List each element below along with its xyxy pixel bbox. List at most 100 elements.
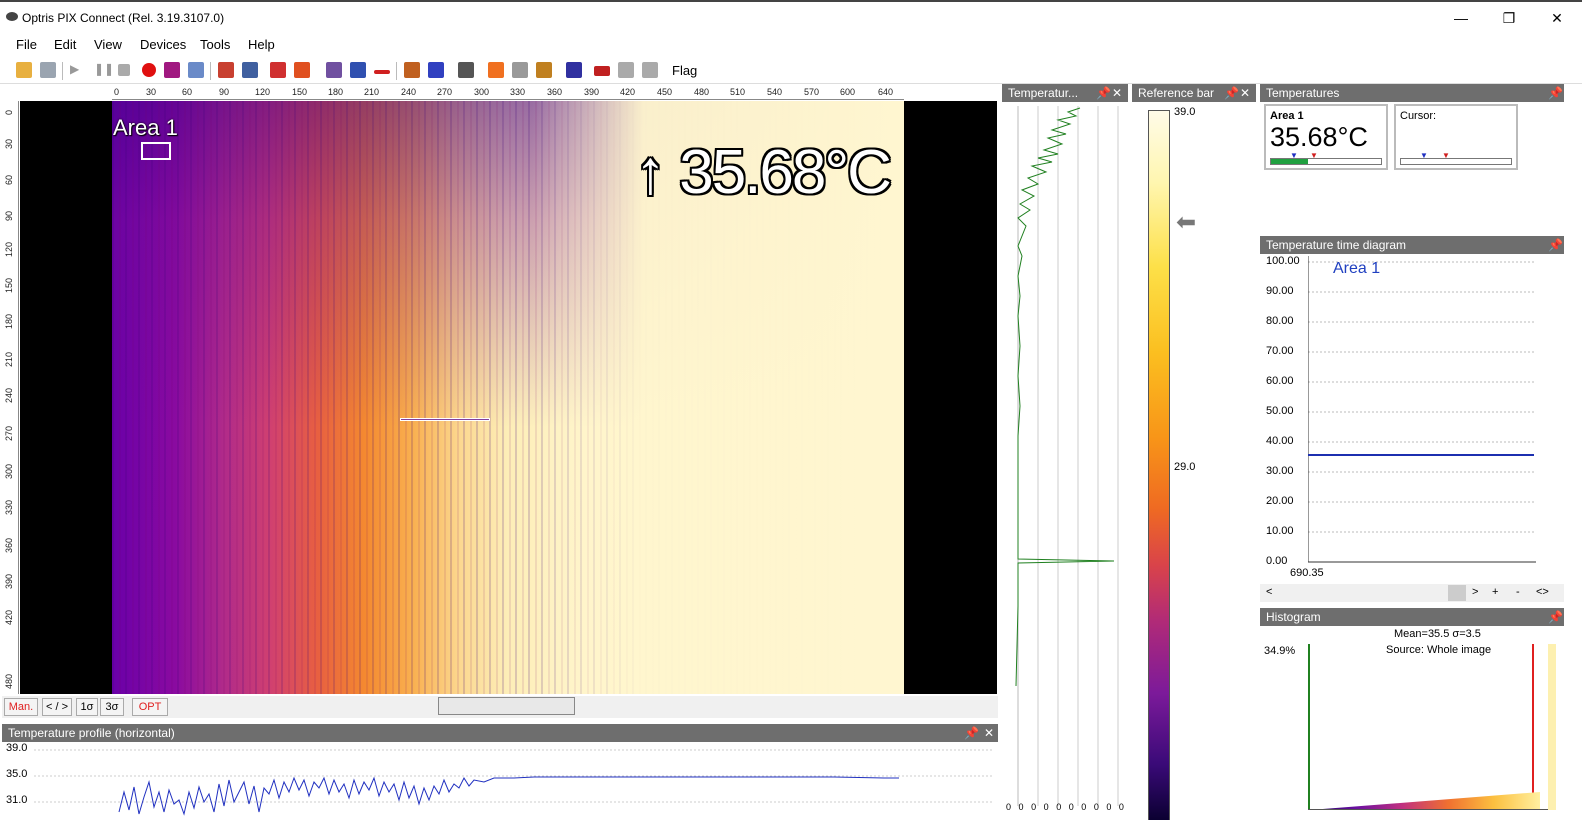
gear-icon[interactable]	[618, 62, 634, 78]
open-folder-icon[interactable]	[16, 62, 32, 78]
menu-tools[interactable]: Tools	[200, 37, 230, 52]
horizontal-scrollbar[interactable]	[438, 697, 575, 715]
histogram-panel: Histogram 📌 Mean=35.5 σ=3.5 Source: Whol…	[1260, 608, 1564, 820]
menu-view[interactable]: View	[94, 37, 122, 52]
legend-area: Area 1	[1333, 260, 1381, 277]
copy-icon[interactable]	[188, 62, 204, 78]
play-icon[interactable]: ▶	[70, 62, 86, 78]
pin-icon[interactable]: 📌	[1224, 84, 1239, 102]
panel-title: Temperatures	[1266, 86, 1340, 100]
histogram-min-marker[interactable]	[1308, 644, 1310, 810]
opt-button[interactable]: OPT	[132, 698, 168, 716]
pin-icon[interactable]: 📌	[1096, 84, 1111, 102]
title-bar: Optris PIX Connect (Rel. 3.19.3107.0) — …	[0, 2, 1582, 32]
measure-icon[interactable]	[326, 62, 342, 78]
pause-icon[interactable]: ❚❚	[94, 62, 114, 78]
histogram-max-marker[interactable]	[1532, 644, 1534, 810]
range-button[interactable]: < / >	[42, 698, 72, 716]
menu-file[interactable]: File	[16, 37, 37, 52]
close-icon[interactable]: ✕	[1112, 84, 1122, 102]
tile-gauge	[1270, 158, 1382, 165]
menu-edit[interactable]: Edit	[54, 37, 76, 52]
scroll-right-button[interactable]: >	[1472, 586, 1478, 598]
flag-button[interactable]: Flag	[672, 63, 697, 78]
temperatures-panel: Temperatures 📌 Area 1 35.68°C ▼ ▼ Cursor…	[1260, 84, 1564, 234]
record-icon[interactable]	[142, 63, 156, 77]
save-icon[interactable]	[40, 62, 56, 78]
pin-icon[interactable]: 📌	[1548, 608, 1563, 626]
time-diagram-plot	[1308, 256, 1536, 563]
y-tick-label: 100.00	[1266, 255, 1300, 267]
menu-devices[interactable]: Devices	[140, 37, 186, 52]
tile-gauge	[1400, 158, 1512, 165]
histogram-stats: Mean=35.5 σ=3.5	[1394, 628, 1481, 640]
area-box[interactable]	[141, 142, 171, 160]
bars2-icon[interactable]	[428, 62, 444, 78]
vertical-profile-plot	[1015, 106, 1119, 806]
y-tick-label: 70.00	[1266, 345, 1294, 357]
snapshot-icon[interactable]	[218, 62, 234, 78]
close-button[interactable]: ✕	[1534, 6, 1580, 30]
panel-header: Histogram 📌	[1260, 608, 1564, 626]
palette-icon[interactable]	[270, 62, 286, 78]
ruler-icon[interactable]	[594, 66, 610, 76]
export-icon[interactable]	[642, 62, 658, 78]
temperature-profile-horizontal: Temperature profile (horizontal) 📌 ✕ 39.…	[2, 724, 998, 820]
tools-icon[interactable]	[458, 62, 474, 78]
histogram-source: Source: Whole image	[1386, 644, 1492, 656]
close-icon[interactable]: ✕	[984, 724, 994, 742]
scroll-left-button[interactable]: <	[1266, 586, 1272, 598]
sigma3-button[interactable]: 3σ	[100, 698, 124, 716]
color-scale-bar[interactable]	[1148, 110, 1170, 820]
pin-icon[interactable]: 📌	[1548, 236, 1563, 254]
scale-max: 39.0	[1174, 106, 1196, 118]
tile-label: Cursor:	[1400, 110, 1437, 122]
y-tick-label: 80.00	[1266, 315, 1294, 327]
y-tick-label: 20.00	[1266, 495, 1294, 507]
layout-icon[interactable]	[242, 62, 258, 78]
graph-icon[interactable]	[350, 62, 366, 78]
histogram-bars	[1310, 792, 1540, 810]
x-axis-label: 690.35	[1290, 567, 1324, 579]
temperature-profile-vertical: Temperatur... 📌 ✕ 0000000000	[1002, 84, 1128, 820]
pin-icon[interactable]: 📌	[1548, 84, 1563, 102]
pin-icon[interactable]: 📌	[964, 724, 979, 742]
line-icon[interactable]	[374, 70, 390, 74]
histogram-peak-bar	[1548, 644, 1556, 810]
marker-line	[400, 418, 490, 421]
manual-button[interactable]: Man.	[4, 698, 38, 716]
scale-mid: 29.0	[1174, 461, 1196, 473]
stop-icon[interactable]	[118, 64, 130, 76]
align-icon[interactable]	[512, 62, 528, 78]
tile-label: Area 1	[1270, 110, 1304, 122]
close-icon[interactable]: ✕	[1240, 84, 1250, 102]
pattern-icon[interactable]	[536, 62, 552, 78]
maximize-button[interactable]: ❐	[1486, 6, 1532, 30]
time-scrollbar[interactable]: < > + - <>	[1260, 584, 1564, 602]
scroll-thumb[interactable]	[1448, 585, 1466, 601]
menu-bar: File Edit View Devices Tools Help	[0, 32, 1582, 56]
temperature-time-diagram: Temperature time diagram 📌 100.00 90.00 80…	[1260, 236, 1564, 606]
vertical-profile-ticks: 0000000000	[1006, 802, 1124, 812]
grid-icon[interactable]	[566, 62, 582, 78]
zoom-in-button[interactable]: +	[1492, 586, 1498, 598]
panel-header: Temperatures 📌	[1260, 84, 1564, 102]
cursor-temperature-tile[interactable]: Cursor: ▼ ▼	[1394, 104, 1518, 170]
fit-button[interactable]: <>	[1536, 586, 1549, 598]
sigma1-button[interactable]: 1σ	[76, 698, 98, 716]
y-tick-label: 40.00	[1266, 435, 1294, 447]
max-temperature-overlay: ↑ 35.68°C	[635, 138, 892, 207]
gradient-icon[interactable]	[488, 62, 504, 78]
panel-header: Reference bar 📌 ✕	[1132, 84, 1256, 102]
thermal-image-view[interactable]: Area 1 ↑ 35.68°C	[20, 101, 997, 694]
profile-line	[34, 749, 994, 816]
app-icon	[6, 12, 18, 21]
camera-icon[interactable]	[164, 62, 180, 78]
zoom-out-button[interactable]: -	[1516, 586, 1520, 598]
minimize-button[interactable]: —	[1438, 6, 1484, 30]
menu-help[interactable]: Help	[248, 37, 275, 52]
palette2-icon[interactable]	[294, 62, 310, 78]
bars-icon[interactable]	[404, 62, 420, 78]
area-temperature-tile[interactable]: Area 1 35.68°C ▼ ▼	[1264, 104, 1388, 170]
panel-title: Temperatur...	[1008, 86, 1079, 100]
